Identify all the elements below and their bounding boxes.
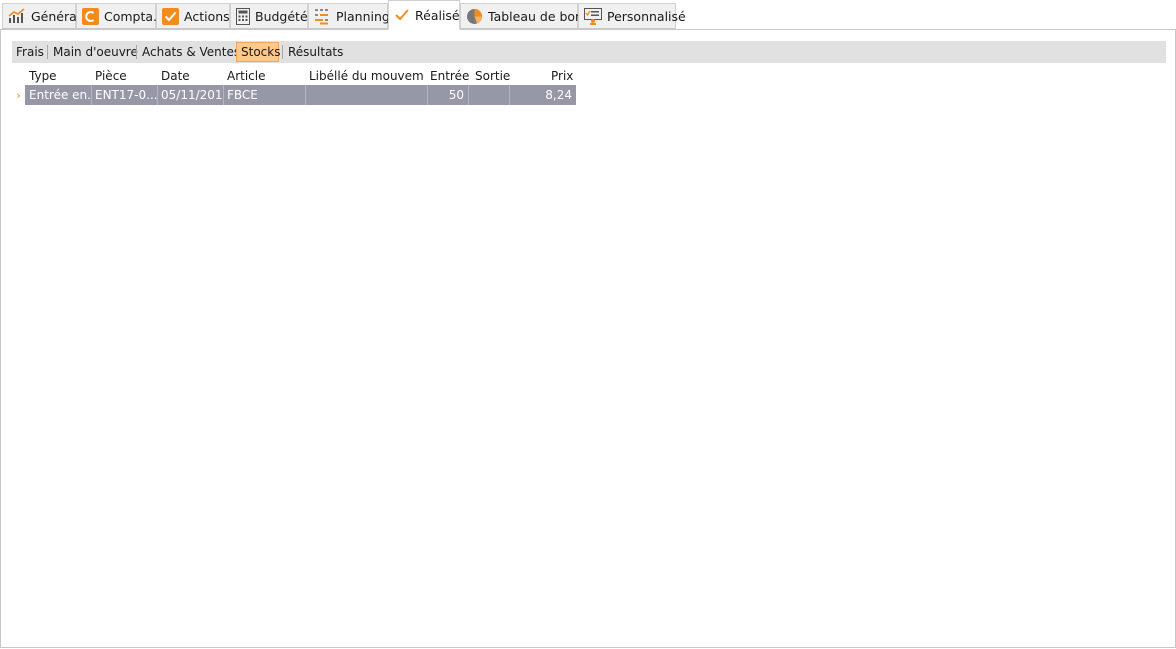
- column-header-type[interactable]: Type: [29, 69, 57, 83]
- compta-c-icon: [82, 7, 99, 25]
- pie-chart-icon: [466, 7, 483, 25]
- tab-label: Personnalisé: [607, 8, 686, 24]
- column-header-prix[interactable]: Prix: [551, 69, 573, 83]
- checkmark-icon: [394, 6, 410, 24]
- line-chart-icon: [8, 7, 26, 25]
- tab-label: Tableau de bord: [488, 8, 588, 24]
- tab-label: Général: [31, 8, 81, 24]
- tab-budgete[interactable]: Budgété: [230, 3, 308, 29]
- cell-piece[interactable]: ENT17-0...: [91, 85, 157, 105]
- row-indicator-icon: ›: [16, 88, 21, 102]
- tab-label: Planning: [336, 8, 390, 24]
- checkbox-check-icon: [162, 7, 179, 25]
- column-header-article[interactable]: Article: [227, 69, 266, 83]
- subtab-label: Stocks: [241, 45, 281, 59]
- tab-tableau-de-bord[interactable]: Tableau de bord: [460, 3, 588, 29]
- subtab-separator: [136, 45, 137, 59]
- subtab-label: Main d'oeuvre: [53, 45, 138, 59]
- subtab-stocks[interactable]: Stocks: [236, 42, 281, 62]
- tab-planning[interactable]: Planning: [308, 3, 390, 29]
- column-header-libelle[interactable]: Libéllé du mouvem: [309, 69, 424, 83]
- tab-label: Compta.: [104, 8, 158, 24]
- cell-date[interactable]: 05/11/2018: [157, 85, 223, 105]
- subtab-achats-ventes[interactable]: Achats & Ventes: [138, 42, 244, 62]
- content-frame: [0, 29, 1176, 648]
- tab-label: Réalisé: [415, 7, 460, 23]
- cell-libelle[interactable]: [305, 85, 427, 105]
- tab-label: Budgété: [255, 8, 308, 24]
- cell-prix[interactable]: 8,24: [509, 85, 576, 105]
- planning-grid-icon: [314, 7, 331, 25]
- subtab-resultats[interactable]: Résultats: [284, 42, 347, 62]
- tab-general[interactable]: Général: [2, 3, 80, 29]
- subtab-separator: [47, 45, 48, 59]
- column-header-date[interactable]: Date: [161, 69, 190, 83]
- tab-compta[interactable]: Compta.: [76, 3, 158, 29]
- column-header-sortie[interactable]: Sortie: [475, 69, 510, 83]
- sub-tab-strip: Frais Main d'oeuvre Achats & Ventes Stoc…: [12, 41, 1166, 63]
- main-tab-strip: Général Compta. Actions Budgété Planning…: [0, 0, 1176, 30]
- cell-article[interactable]: FBCE: [223, 85, 305, 105]
- table-row[interactable]: Entrée en... ENT17-0... 05/11/2018 FBCE …: [25, 85, 576, 105]
- grid-header: Type Pièce Date Article Libéllé du mouve…: [12, 67, 576, 85]
- subtab-label: Résultats: [288, 45, 344, 59]
- calculator-icon: [236, 7, 250, 25]
- subtab-separator: [282, 45, 283, 59]
- tab-actions[interactable]: Actions: [156, 3, 230, 29]
- cell-entree[interactable]: 50: [427, 85, 468, 105]
- column-header-entree[interactable]: Entrée: [430, 69, 469, 83]
- custom-form-icon: [584, 7, 602, 25]
- subtab-main-oeuvre[interactable]: Main d'oeuvre: [49, 42, 142, 62]
- tab-realise[interactable]: Réalisé: [388, 0, 460, 30]
- subtab-label: Frais: [16, 45, 44, 59]
- subtab-label: Achats & Ventes: [142, 45, 241, 59]
- tab-label: Actions: [184, 8, 230, 24]
- cell-sortie[interactable]: [468, 85, 509, 105]
- cell-type[interactable]: Entrée en...: [25, 85, 91, 105]
- subtab-frais[interactable]: Frais: [12, 42, 48, 62]
- column-header-piece[interactable]: Pièce: [95, 69, 127, 83]
- tab-personnalise[interactable]: Personnalisé: [578, 3, 686, 29]
